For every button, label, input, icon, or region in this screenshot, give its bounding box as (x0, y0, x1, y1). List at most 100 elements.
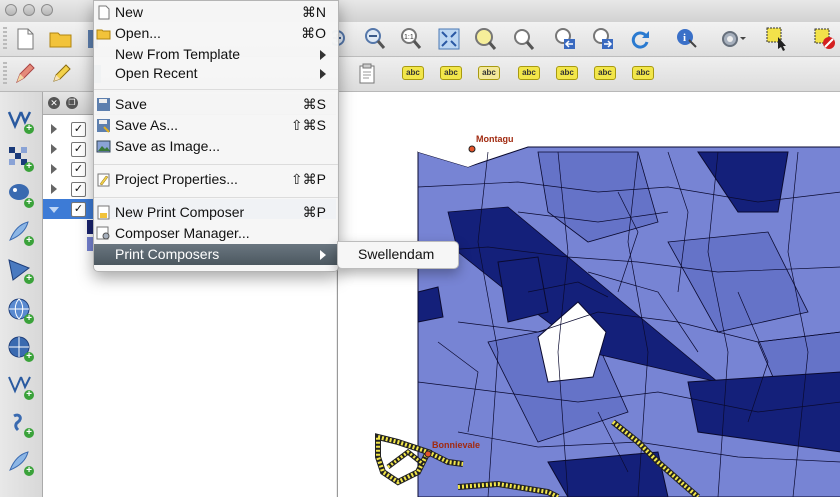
refresh-icon[interactable] (627, 26, 653, 52)
identify-icon[interactable]: i (674, 26, 700, 52)
menu-item-project-properties[interactable]: Project Properties... ⇧⌘P (94, 169, 338, 190)
new-composer-icon (96, 205, 111, 220)
close-window-button[interactable] (5, 4, 17, 16)
project-menu-dropdown: New ⌘N Open... ⌘O New From Template Open… (93, 0, 339, 272)
label-tool-icons[interactable]: abc (556, 66, 578, 80)
new-project-icon (96, 5, 111, 20)
add-wcs-layer-icon[interactable]: + (6, 334, 34, 362)
menu-item-save[interactable]: Save ⌘S (94, 94, 338, 115)
menu-item-save-as-image[interactable]: Save as Image... (94, 136, 338, 157)
new-shapefile-layer-icon[interactable]: + (6, 448, 34, 476)
toolbar-grip[interactable] (3, 62, 7, 86)
label-tool-icons[interactable]: abc (632, 66, 654, 80)
submenu-arrow-icon (320, 50, 326, 60)
layer-visibility-checkbox[interactable]: ✓ (71, 202, 86, 217)
expand-arrow-icon[interactable] (51, 144, 57, 154)
menu-item-new[interactable]: New ⌘N (94, 2, 338, 23)
add-spatialite-layer-icon[interactable]: + (6, 218, 34, 246)
menu-item-label: Save as Image... (115, 138, 221, 154)
expand-arrow-icon[interactable] (51, 124, 57, 134)
menu-separator (94, 197, 338, 198)
menu-item-composer-manager[interactable]: Composer Manager... (94, 223, 338, 244)
submenu-arrow-icon (320, 69, 326, 79)
label-tool-icons[interactable]: abc (440, 66, 462, 80)
zoom-out-icon[interactable] (362, 26, 388, 52)
menu-item-open-recent[interactable]: Open Recent (94, 63, 338, 84)
layer-visibility-checkbox[interactable]: ✓ (71, 142, 86, 157)
add-vector-layer-icon[interactable]: + (6, 106, 34, 134)
zoom-window-button[interactable] (41, 4, 53, 16)
menu-item-new-print-composer[interactable]: New Print Composer ⌘P (94, 202, 338, 223)
menu-item-print-composers[interactable]: Print Composers (94, 244, 338, 265)
expand-arrow-icon[interactable] (51, 164, 57, 174)
add-delimited-text-layer-icon[interactable]: + (6, 410, 34, 438)
project-properties-icon (96, 172, 111, 187)
manage-layers-toolbar: + + + + + + + + + + (0, 92, 43, 497)
collapse-arrow-icon[interactable] (49, 207, 59, 213)
svg-text:1:1: 1:1 (404, 34, 414, 41)
submenu-item-swellendam[interactable]: Swellendam (358, 246, 434, 262)
save-icon (96, 97, 111, 112)
zoom-layer-icon[interactable] (472, 26, 498, 52)
layer-visibility-checkbox[interactable]: ✓ (71, 182, 86, 197)
menu-item-shortcut: ⌘P (302, 204, 326, 220)
add-raster-layer-icon[interactable]: + (6, 144, 34, 172)
project-properties-icon[interactable] (354, 61, 380, 87)
layer-visibility-checkbox[interactable]: ✓ (71, 122, 86, 137)
menu-item-shortcut: ⌘O (301, 25, 326, 41)
menu-item-shortcut: ⌘N (301, 4, 326, 20)
label-tool-icons[interactable]: abc (594, 66, 616, 80)
expand-arrow-icon[interactable] (51, 184, 57, 194)
menu-item-label: Save (115, 96, 147, 112)
save-image-icon (96, 139, 111, 154)
menu-item-save-as[interactable]: Save As... ⇧⌘S (94, 115, 338, 136)
menu-item-label: Project Properties... (115, 171, 238, 187)
map-canvas[interactable]: Montagu Bonnievale (337, 92, 840, 497)
menu-item-label: Save As... (115, 117, 179, 133)
open-project-icon[interactable] (48, 26, 74, 52)
close-panel-icon[interactable]: ✕ (48, 97, 60, 109)
add-mssql-layer-icon[interactable]: + (6, 256, 34, 284)
digitize-icon[interactable] (12, 61, 38, 87)
menu-item-new-from-template[interactable]: New From Template (94, 44, 338, 65)
edit-pencil-icon[interactable] (48, 61, 74, 87)
svg-text:i: i (683, 32, 686, 44)
menu-item-shortcut: ⌘S (302, 96, 326, 112)
zoom-selection-icon[interactable] (510, 26, 536, 52)
label-tool-icons[interactable]: abc (402, 66, 424, 80)
open-project-icon (96, 26, 111, 41)
composer-manager-icon (96, 226, 111, 241)
add-wfs-layer-icon[interactable]: + (6, 372, 34, 400)
menu-item-open[interactable]: Open... ⌘O (94, 23, 338, 44)
zoom-full-icon[interactable] (436, 26, 462, 52)
new-project-icon[interactable] (12, 26, 38, 52)
menu-item-shortcut: ⇧⌘S (290, 117, 326, 133)
minimize-window-button[interactable] (23, 4, 35, 16)
deselect-features-icon[interactable] (812, 26, 838, 52)
float-panel-icon[interactable]: ❐ (66, 97, 78, 109)
menu-item-label: Open Recent (115, 65, 198, 81)
print-composers-submenu: Swellendam (337, 241, 459, 269)
add-postgis-layer-icon[interactable]: + (6, 180, 34, 208)
label-tool-icons[interactable]: abc (478, 66, 500, 80)
zoom-last-icon[interactable] (552, 26, 578, 52)
menu-item-shortcut: ⇧⌘P (290, 171, 326, 187)
label-tool-icons[interactable]: abc (518, 66, 540, 80)
submenu-arrow-icon (320, 250, 326, 260)
menu-item-label: New (115, 4, 144, 20)
menu-item-label: New From Template (115, 46, 241, 62)
menu-item-label: Composer Manager... (115, 225, 250, 241)
place-label-montagu: Montagu (476, 134, 514, 144)
menu-item-label: New Print Composer (115, 204, 245, 220)
action-gear-icon[interactable] (720, 26, 746, 52)
layer-visibility-checkbox[interactable]: ✓ (71, 162, 86, 177)
zoom-native-icon[interactable]: 1:1 (398, 26, 424, 52)
toolbar-grip[interactable] (3, 27, 7, 51)
menu-item-label: Open... (115, 25, 161, 41)
menu-separator (94, 164, 338, 165)
place-label-bonnievale: Bonnievale (432, 440, 481, 450)
zoom-next-icon[interactable] (590, 26, 616, 52)
select-features-icon[interactable] (766, 26, 792, 52)
add-wms-layer-icon[interactable]: + (6, 296, 34, 324)
menu-separator (94, 89, 338, 90)
